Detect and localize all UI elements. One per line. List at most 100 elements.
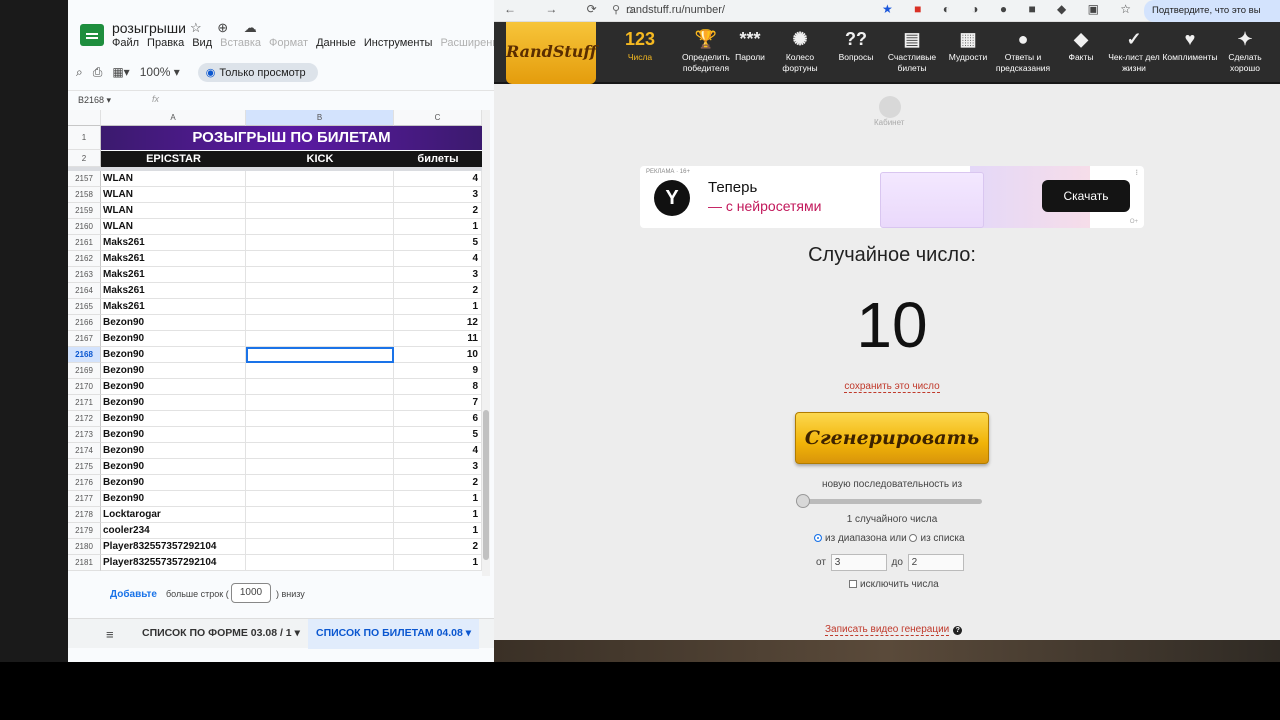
- record-video-link[interactable]: Записать видео генерации?: [825, 624, 963, 636]
- cabinet-label[interactable]: Кабинет: [874, 118, 904, 127]
- nav-item[interactable]: ✺ Колесо фортуны: [775, 22, 825, 84]
- cell-kick[interactable]: [246, 427, 394, 443]
- ad-close-icon[interactable]: ⁝: [1135, 168, 1138, 177]
- cell-kick[interactable]: [246, 379, 394, 395]
- scrollbar-thumb[interactable]: [483, 410, 489, 560]
- nav-item[interactable]: ?? Вопросы: [834, 22, 878, 84]
- exclude-label[interactable]: исключить числа: [860, 579, 939, 590]
- cell-tickets[interactable]: 7: [394, 395, 482, 411]
- column-header-a[interactable]: A: [101, 110, 246, 126]
- cell-tickets[interactable]: 5: [394, 235, 482, 251]
- cell-kick[interactable]: [246, 267, 394, 283]
- cell-kick[interactable]: [246, 411, 394, 427]
- row-header[interactable]: 2: [68, 150, 101, 167]
- nav-item[interactable]: 🏆 Определить победителя: [680, 22, 732, 84]
- cell-tickets[interactable]: 1: [394, 299, 482, 315]
- column-header-b[interactable]: B: [246, 110, 394, 126]
- radio-list[interactable]: [909, 534, 918, 542]
- banner-title[interactable]: РОЗЫГРЫШ ПО БИЛЕТАМ: [101, 126, 482, 150]
- cell-tickets[interactable]: 6: [394, 411, 482, 427]
- cell-tickets[interactable]: 2: [394, 283, 482, 299]
- confirm-identity-chip[interactable]: Подтвердите, что это вы: [1144, 0, 1280, 22]
- cell-kick[interactable]: [246, 523, 394, 539]
- nav-item[interactable]: ▤ Счастливые билеты: [882, 22, 942, 84]
- add-rows-input[interactable]: 1000: [231, 583, 271, 603]
- cell-kick[interactable]: [246, 315, 394, 331]
- all-sheets-icon[interactable]: ≡: [106, 627, 114, 642]
- cell-kick[interactable]: [246, 507, 394, 523]
- cell-tickets[interactable]: 1: [394, 491, 482, 507]
- from-input[interactable]: 3: [830, 554, 887, 571]
- extension-icons[interactable]: ★ ■ ◐ ◑ ● ■ ◆ ▣ ☆: [882, 2, 1140, 16]
- save-number-link[interactable]: сохранить это число: [694, 381, 1090, 393]
- header-epicstar[interactable]: EPICSTAR: [101, 151, 246, 167]
- to-input[interactable]: 2: [907, 554, 964, 571]
- radio-list-label[interactable]: из списка: [920, 533, 964, 544]
- cell-epicstar[interactable]: Bezon90: [101, 363, 246, 379]
- corner-cell[interactable]: [68, 110, 101, 126]
- view-only-badge[interactable]: ◉ Только просмотр: [197, 62, 318, 82]
- cell-tickets[interactable]: 2: [394, 203, 482, 219]
- cell-epicstar[interactable]: Bezon90: [101, 443, 246, 459]
- cell-tickets[interactable]: 4: [394, 443, 482, 459]
- document-title[interactable]: розыгрыши: [112, 20, 186, 36]
- cell-kick[interactable]: [246, 443, 394, 459]
- cell-tickets[interactable]: 2: [394, 475, 482, 491]
- cell-kick[interactable]: [246, 539, 394, 555]
- cell-epicstar[interactable]: WLAN: [101, 171, 246, 187]
- nav-item[interactable]: ● Ответы и предсказания: [992, 22, 1054, 84]
- star-move-cloud-icons[interactable]: ☆ ⊕ ☁: [190, 20, 263, 36]
- ad-download-button[interactable]: Скачать: [1042, 180, 1130, 212]
- nav-item[interactable]: ◆ Факты: [1059, 22, 1103, 84]
- cell-epicstar[interactable]: WLAN: [101, 203, 246, 219]
- nav-item[interactable]: ✦ Сделать хорошо: [1220, 22, 1270, 84]
- cell-epicstar[interactable]: Bezon90: [101, 395, 246, 411]
- cell-epicstar[interactable]: Player832557357292104: [101, 555, 246, 571]
- cell-tickets[interactable]: 12: [394, 315, 482, 331]
- cell-kick[interactable]: [246, 299, 394, 315]
- cell-tickets[interactable]: 1: [394, 555, 482, 571]
- cell-kick[interactable]: [246, 331, 394, 347]
- cell-tickets[interactable]: 3: [394, 459, 482, 475]
- cell-kick[interactable]: [246, 555, 394, 571]
- format-icon[interactable]: ▦▾: [112, 65, 129, 79]
- radio-range-label[interactable]: из диапазона или: [825, 533, 907, 544]
- nav-item[interactable]: ♥ Комплименты: [1161, 22, 1219, 84]
- cell-epicstar[interactable]: Bezon90: [101, 459, 246, 475]
- cell-tickets[interactable]: 10: [394, 347, 482, 363]
- count-slider[interactable]: [796, 494, 982, 508]
- ad-banner[interactable]: РЕКЛАМА · 16+ ⁝ Y Теперь — с нейросетями…: [640, 166, 1144, 228]
- header-tickets[interactable]: билеты: [394, 151, 482, 167]
- menu-item[interactable]: Данные: [316, 37, 356, 49]
- zoom-select[interactable]: 100% ▾: [140, 65, 180, 79]
- cell-kick[interactable]: [246, 363, 394, 379]
- site-info-icon[interactable]: ⚲: [612, 4, 620, 16]
- radio-range[interactable]: [814, 534, 822, 542]
- cell-epicstar[interactable]: Bezon90: [101, 347, 246, 363]
- cell-kick[interactable]: [246, 283, 394, 299]
- row-header[interactable]: 1: [68, 126, 101, 150]
- cell-tickets[interactable]: 9: [394, 363, 482, 379]
- randstuff-logo[interactable]: RandStuff: [506, 22, 597, 84]
- cell-epicstar[interactable]: WLAN: [101, 219, 246, 235]
- exclude-checkbox[interactable]: [849, 580, 857, 588]
- cell-kick[interactable]: [246, 235, 394, 251]
- sheets-logo-icon[interactable]: [80, 24, 104, 46]
- cell-tickets[interactable]: 3: [394, 267, 482, 283]
- cell-epicstar[interactable]: Bezon90: [101, 427, 246, 443]
- cell-tickets[interactable]: 4: [394, 251, 482, 267]
- cell-tickets[interactable]: 8: [394, 379, 482, 395]
- menu-item[interactable]: Файл: [112, 37, 139, 49]
- menu-item[interactable]: Формат: [269, 37, 308, 49]
- cell-tickets[interactable]: 4: [394, 171, 482, 187]
- cell-kick[interactable]: [246, 251, 394, 267]
- bookmark-star-icon[interactable]: ★: [882, 2, 902, 16]
- cell-epicstar[interactable]: cooler234: [101, 523, 246, 539]
- column-header-c[interactable]: C: [394, 110, 482, 126]
- add-rows-button[interactable]: Добавьте: [110, 589, 157, 600]
- cell-kick[interactable]: [246, 459, 394, 475]
- extension-icon[interactable]: ■: [914, 2, 930, 16]
- slider-handle[interactable]: [796, 494, 810, 508]
- user-icon[interactable]: [879, 96, 901, 118]
- name-box[interactable]: B2168 ▾: [78, 95, 111, 106]
